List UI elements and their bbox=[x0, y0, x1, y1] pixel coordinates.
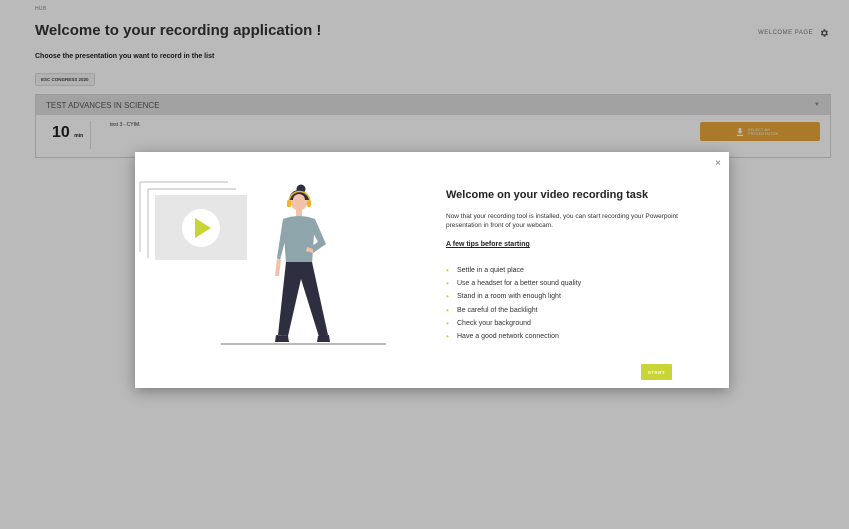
tip-text: Stand in a room with enough light bbox=[457, 293, 561, 301]
list-item: • Have a good network connection bbox=[446, 330, 581, 343]
modal-intro: Now that your recording tool is installe… bbox=[446, 213, 678, 229]
video-frames-icon bbox=[139, 181, 247, 260]
list-item: • Use a headset for a better sound qualit… bbox=[446, 277, 581, 290]
bullet-icon: • bbox=[446, 279, 449, 289]
modal-title: Welcome on your video recording task bbox=[446, 189, 649, 201]
tip-text: Check your background bbox=[457, 319, 531, 327]
bullet-icon: • bbox=[446, 292, 449, 302]
list-item: • Stand in a room with enough light bbox=[446, 290, 581, 303]
woman-figure bbox=[275, 184, 330, 342]
start-button[interactable]: START bbox=[641, 364, 672, 380]
tip-text: Have a good network connection bbox=[457, 333, 559, 341]
tip-text: Be careful of the backlight bbox=[457, 306, 538, 314]
welcome-modal: × Welcome on your video recording task N… bbox=[135, 152, 729, 388]
illustration bbox=[139, 181, 386, 345]
bullet-icon: • bbox=[446, 332, 449, 342]
tips-heading: A few tips before starting bbox=[446, 241, 530, 248]
bullet-icon: • bbox=[446, 305, 449, 315]
list-item: • Check your background bbox=[446, 317, 581, 330]
list-item: • Be careful of the backlight bbox=[446, 304, 581, 317]
close-icon[interactable]: × bbox=[715, 159, 721, 169]
bullet-icon: • bbox=[446, 318, 449, 328]
bullet-icon: • bbox=[446, 266, 449, 276]
tips-list: • Settle in a quiet place • Use a headset … bbox=[446, 264, 581, 343]
tip-text: Settle in a quiet place bbox=[457, 267, 524, 275]
list-item: • Settle in a quiet place bbox=[446, 264, 581, 277]
tip-text: Use a headset for a better sound quality bbox=[457, 280, 582, 288]
